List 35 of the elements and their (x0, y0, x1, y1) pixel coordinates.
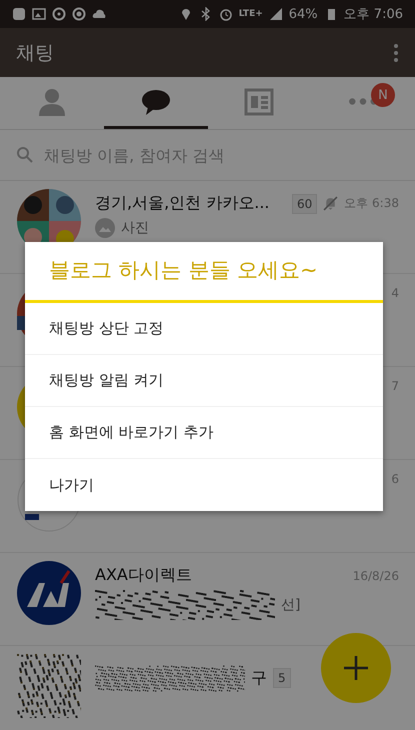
chat-preview: 사진 (121, 219, 149, 237)
menu-item[interactable]: 홈 화면에 바로가기 추가 (25, 407, 383, 459)
signal-icon (268, 7, 283, 21)
image-icon (32, 7, 46, 21)
plus-icon (342, 654, 370, 682)
alarm-icon (218, 7, 233, 21)
chat-name: AXA다이렉트 (95, 565, 192, 586)
menu-item[interactable]: 나가기 (25, 459, 383, 511)
notification-badge: N (371, 83, 395, 107)
chat-preview: 선] (281, 596, 300, 614)
battery-percent: 64% (288, 6, 318, 22)
timer-icon (72, 7, 86, 21)
chat-time: 7 (391, 379, 399, 393)
logo-icon (17, 561, 81, 625)
menu-item[interactable]: 채팅방 알림 켜기 (25, 355, 383, 407)
chat-time: 6 (391, 472, 399, 486)
search-icon (16, 146, 34, 164)
chat-time: 4 (391, 286, 399, 300)
cloud-icon (92, 7, 106, 21)
news-icon (243, 86, 276, 118)
menu-icon[interactable] (393, 44, 399, 62)
member-count: 60 (292, 194, 318, 214)
chat-time: 오후 6:38 (344, 195, 399, 212)
chat-time: 16/8/26 (352, 568, 399, 582)
redacted-blur (17, 654, 81, 718)
clock: 오후 7:06 (344, 6, 403, 23)
screen-title: 채팅 (16, 40, 55, 66)
app-icon (12, 7, 26, 21)
chat-name: 구 (251, 668, 267, 688)
member-count: 5 (273, 668, 291, 688)
search-field[interactable]: 채팅방 이름, 참여자 검색 (42, 144, 399, 166)
network-type: LTE+ (238, 9, 263, 19)
menu-item[interactable]: 채팅방 상단 고정 (25, 303, 383, 355)
photo-icon (95, 218, 115, 238)
chat-name: 경기,서울,인천 카카오... (95, 193, 270, 214)
